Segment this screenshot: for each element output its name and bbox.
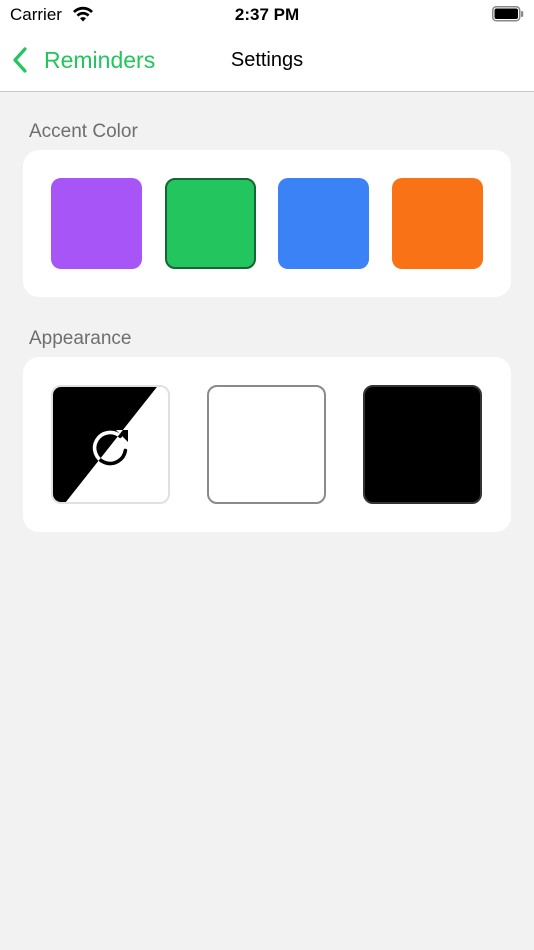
accent-color-card	[23, 150, 511, 297]
appearance-label: Appearance	[29, 328, 132, 349]
accent-swatch-blue[interactable]	[278, 178, 369, 269]
nav-bar: Reminders Settings	[0, 30, 534, 92]
page-title: Settings	[230, 49, 304, 71]
accent-swatch-green[interactable]	[165, 178, 256, 269]
accent-color-label: Accent Color	[29, 121, 138, 142]
status-bar: Carrier 2:37 PM	[0, 0, 534, 30]
accent-swatch-orange[interactable]	[392, 178, 483, 269]
clock: 2:37 PM	[234, 5, 300, 24]
appearance-option-dark[interactable]	[363, 385, 482, 504]
accent-swatch-purple[interactable]	[51, 178, 142, 269]
appearance-card	[23, 357, 511, 532]
appearance-option-automatic[interactable]	[51, 385, 170, 504]
auto-rotate-icon	[92, 430, 128, 466]
appearance-option-light[interactable]	[207, 385, 326, 504]
battery-icon	[492, 6, 524, 22]
